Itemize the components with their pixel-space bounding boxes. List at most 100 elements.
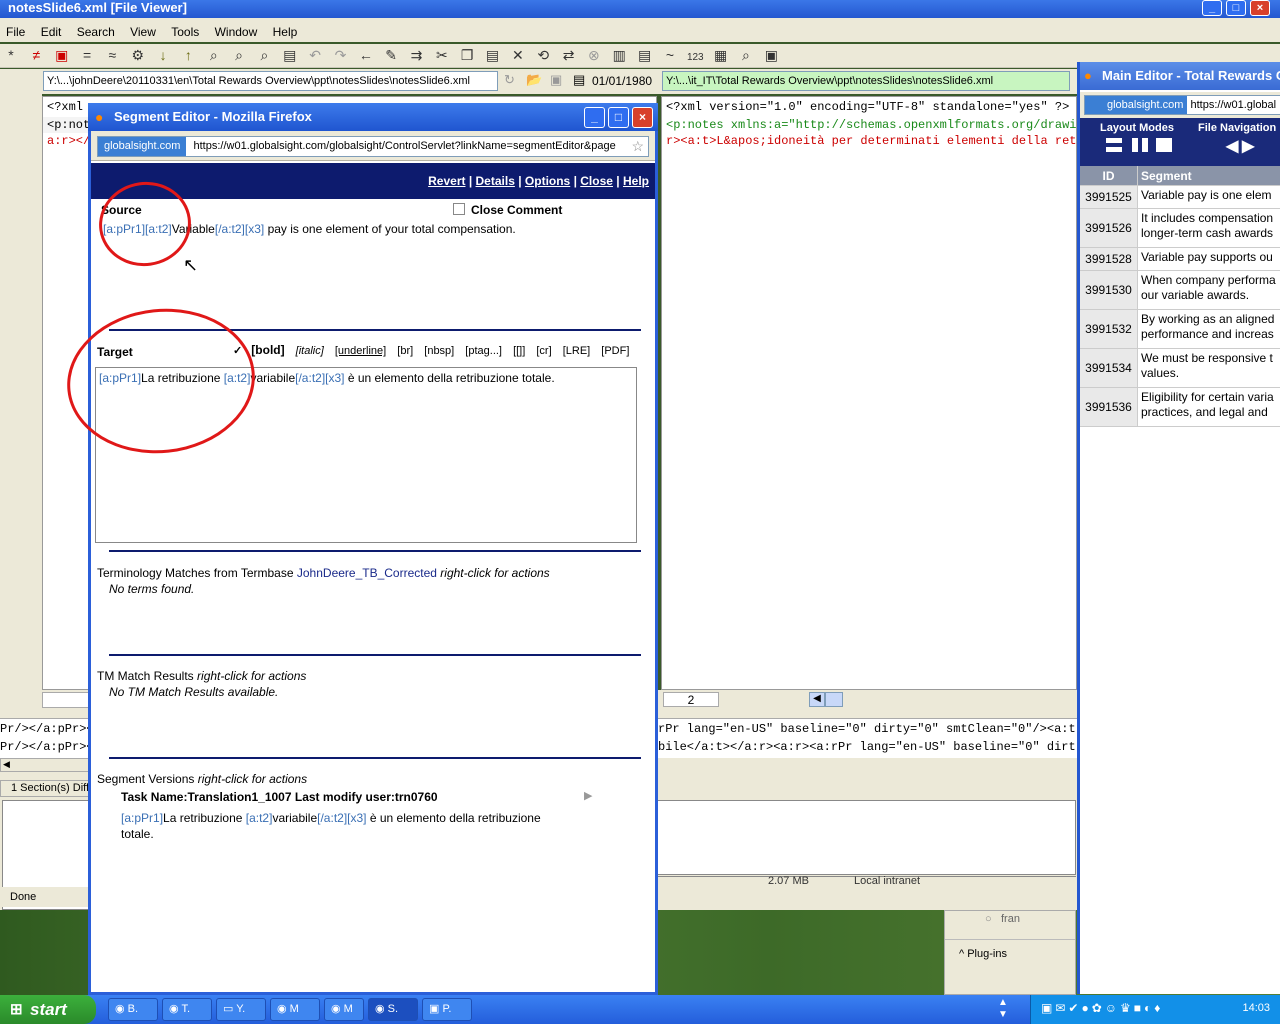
close-link[interactable]: Close [580, 174, 613, 188]
save-icon[interactable]: ▣ [550, 72, 562, 88]
diff-scroll-left-icon[interactable]: ◀ [0, 758, 92, 772]
redo-icon[interactable]: ↷ [329, 44, 351, 66]
undo-icon[interactable]: ↶ [304, 44, 326, 66]
pdf-button[interactable]: [PDF] [601, 345, 629, 357]
menu-tools[interactable]: Tools [165, 22, 205, 42]
taskbar-item[interactable]: ◉ B. [108, 998, 158, 1021]
segment-text[interactable]: By working as an aligned performance and … [1138, 310, 1280, 348]
details-link[interactable]: Details [476, 174, 515, 188]
bookmark-icon[interactable]: ▤ [279, 44, 301, 66]
find-prev-icon[interactable]: ⌕ [253, 44, 275, 66]
filter-icon[interactable]: ⚙ [127, 44, 149, 66]
layout-columns-icon[interactable] [1132, 138, 1148, 152]
brackets-button[interactable]: [[]] [513, 345, 525, 357]
segment-row[interactable]: 3991534 We must be responsive t values. [1080, 349, 1280, 388]
edit-icon[interactable]: ✎ [380, 44, 402, 66]
right-hscroll[interactable]: 2 ◀ [661, 692, 1077, 708]
minimize-button[interactable]: _ [584, 107, 605, 128]
layout-rows-icon[interactable]: ▤ [634, 44, 656, 66]
menu-view[interactable]: View [124, 22, 162, 42]
scroll-thumb[interactable] [825, 692, 843, 707]
main-editor-url[interactable]: globalsight.com https://w01.global [1084, 95, 1280, 115]
site-identity-badge[interactable]: globalsight.com [98, 137, 187, 156]
scroll-left-arrow-icon[interactable]: ◀ [809, 692, 825, 707]
asterisk-icon[interactable]: * [0, 44, 22, 66]
not-equal-icon[interactable]: ≠ [25, 44, 47, 66]
minimize-button[interactable]: _ [1202, 0, 1222, 16]
segment-row[interactable]: 3991525 Variable pay is one elem [1080, 186, 1280, 209]
swap-icon[interactable]: ⇄ [558, 44, 580, 66]
segment-row[interactable]: 3991528 Variable pay supports ou [1080, 248, 1280, 271]
maximize-button[interactable]: □ [1226, 0, 1246, 16]
merge-icon[interactable]: ⇉ [406, 44, 428, 66]
left-path-input[interactable]: Y:\...\johnDeere\20110331\en\Total Rewar… [43, 71, 498, 91]
plugins-toggle[interactable]: ^ Plug-ins [945, 939, 1075, 967]
sync-icon[interactable]: ⟲ [532, 44, 554, 66]
options-icon[interactable]: ▦ [710, 44, 732, 66]
br-button[interactable]: [br] [397, 345, 413, 357]
right-path-input[interactable]: Y:\...\it_IT\Total Rewards Overview\ppt\… [662, 71, 1070, 91]
menu-file[interactable]: File [0, 22, 31, 42]
ptag-button[interactable]: [ptag...] [465, 345, 502, 357]
report-icon[interactable]: ▣ [760, 44, 782, 66]
tray-icons[interactable]: ▣✉✔●✿☺♛■◐♦ [1041, 1001, 1163, 1015]
diff-icon[interactable]: ▣ [51, 44, 73, 66]
revert-link[interactable]: Revert [428, 174, 465, 188]
target-tag[interactable]: [x3] [325, 371, 344, 385]
taskbar-item[interactable]: ◉ T. [162, 998, 212, 1021]
close-comment-toggle[interactable]: Close Comment [453, 203, 562, 217]
approx-icon[interactable]: ≈ [101, 44, 123, 66]
menu-help[interactable]: Help [267, 22, 304, 42]
layout-rows-icon[interactable] [1106, 138, 1122, 152]
url-field[interactable]: globalsight.com https://w01.globalsight.… [97, 136, 649, 157]
find-next-icon[interactable]: ⌕ [228, 44, 250, 66]
segment-text[interactable]: Eligibility for certain varia practices, … [1138, 388, 1280, 426]
start-button[interactable]: ⊞ start [0, 995, 96, 1024]
help-link[interactable]: Help [623, 174, 649, 188]
segment-row[interactable]: 3991532 By working as an aligned performan… [1080, 310, 1280, 349]
line-numbers-icon[interactable]: 123 [684, 47, 706, 69]
underline-button[interactable]: [underline] [335, 345, 386, 357]
right-code-pane[interactable]: <?xml version="1.0" encoding="UTF-8" sta… [661, 96, 1077, 690]
copy-icon[interactable]: ❐ [456, 44, 478, 66]
termbase-name[interactable]: JohnDeere_TB_Corrected [297, 566, 437, 580]
taskbar-item-active[interactable]: ◉ S. [368, 998, 418, 1021]
close-comment-checkbox[interactable] [453, 203, 465, 215]
menu-search[interactable]: Search [71, 22, 121, 42]
nbsp-button[interactable]: [nbsp] [424, 345, 454, 357]
expand-arrow-icon[interactable]: ▶ [584, 789, 592, 802]
italic-button[interactable]: [italic] [296, 345, 324, 357]
segment-row[interactable]: 3991526 It includes compensation longer-te… [1080, 209, 1280, 248]
close-button[interactable]: × [1250, 0, 1270, 16]
close-button[interactable]: × [632, 107, 653, 128]
next-file-icon[interactable]: ▶ [1242, 136, 1254, 156]
options-link[interactable]: Options [525, 174, 570, 188]
source-tag[interactable]: [x3] [245, 222, 264, 236]
tilde-icon[interactable]: ~ [659, 44, 681, 66]
lre-button[interactable]: [LRE] [563, 345, 591, 357]
zoom-icon[interactable]: ⌕ [735, 44, 757, 66]
paste-icon[interactable]: ▤ [482, 44, 504, 66]
source-tag[interactable]: [/a:t2] [215, 222, 245, 236]
menu-window[interactable]: Window [209, 22, 264, 42]
scroll-arrows-icon[interactable]: ▲ ▼ [998, 997, 1008, 1021]
taskbar-item[interactable]: ▣ P. [422, 998, 472, 1021]
open-folder-icon[interactable]: 📂 [526, 72, 542, 88]
next-diff-icon[interactable]: ↓ [152, 44, 174, 66]
layout-single-icon[interactable] [1156, 138, 1172, 152]
prev-diff-icon[interactable]: ↑ [177, 44, 199, 66]
segment-text[interactable]: Variable pay is one elem [1138, 186, 1280, 208]
menu-edit[interactable]: Edit [35, 22, 68, 42]
layout-columns-icon[interactable]: ▥ [608, 44, 630, 66]
taskbar-item[interactable]: ◉ M [324, 998, 364, 1021]
calendar-icon[interactable]: ▤ [573, 72, 585, 88]
target-tag[interactable]: [/a:t2] [295, 371, 325, 385]
left-hscroll[interactable] [42, 692, 92, 708]
cr-button[interactable]: [cr] [536, 345, 551, 357]
equal-icon[interactable]: = [76, 44, 98, 66]
taskbar-item[interactable]: ◉ M [270, 998, 320, 1021]
segment-text[interactable]: When company performa our variable awards… [1138, 271, 1280, 309]
find-icon[interactable]: ⌕ [203, 44, 225, 66]
radio-icon[interactable]: ○ [985, 913, 992, 925]
segment-text[interactable]: We must be responsive t values. [1138, 349, 1280, 387]
